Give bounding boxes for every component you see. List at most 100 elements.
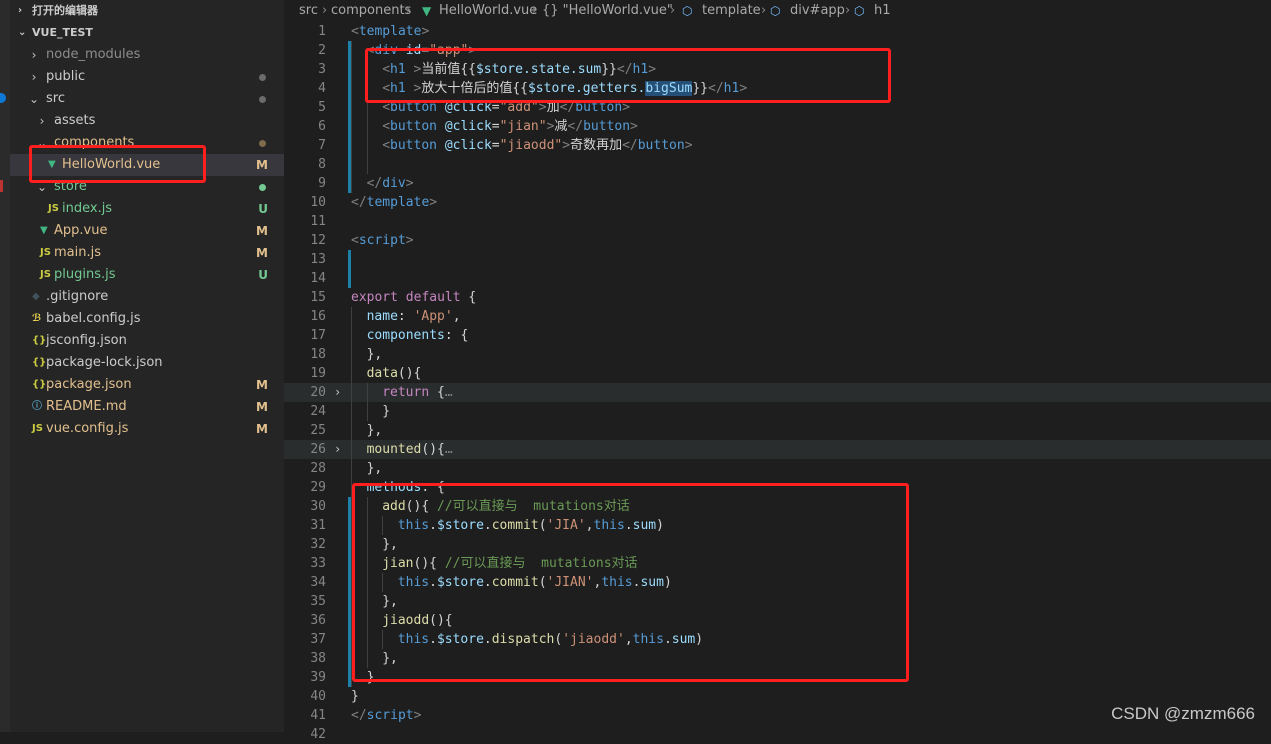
file-tree-item[interactable]: ◆ .gitignore — [10, 286, 284, 308]
breadcrumb-separator-icon: › — [761, 3, 767, 18]
code-text: <button @click="jiaodd">奇数再加</button> — [382, 138, 693, 153]
indent-guide — [351, 307, 352, 326]
code-line[interactable]: 12 <script> — [284, 231, 1271, 250]
file-tree-item[interactable]: {} jsconfig.json — [10, 330, 284, 352]
file-tree-item[interactable]: JS vue.config.js M — [10, 418, 284, 440]
code-line[interactable]: 20 › return {… — [284, 383, 1271, 402]
line-number: 26 — [310, 442, 326, 457]
code-line[interactable]: 16 name: 'App', — [284, 307, 1271, 326]
code-text: return {… — [382, 385, 453, 400]
code-line[interactable]: 1 <template> — [284, 22, 1271, 41]
line-number: 7 — [318, 138, 326, 153]
code-line[interactable]: 28}, — [284, 459, 1271, 478]
info-icon: ⓘ — [32, 401, 42, 412]
file-tree-item[interactable]: JS plugins.js U — [10, 264, 284, 286]
file-tree-item[interactable]: ⌄ src — [10, 88, 284, 110]
file-tree-label: plugins.js — [54, 267, 116, 282]
code-line[interactable]: 25}, — [284, 421, 1271, 440]
breadcrumb-file[interactable]: HelloWorld.vue — [439, 0, 537, 22]
line-number: 1 — [318, 24, 326, 39]
file-tree-item[interactable]: JS main.js M — [10, 242, 284, 264]
code-line[interactable]: 11 — [284, 212, 1271, 231]
code-text: <script> — [351, 233, 414, 248]
breadcrumb-h1[interactable]: h1 — [874, 0, 891, 22]
file-tree-item[interactable]: JS index.js U — [10, 198, 284, 220]
line-number: 4 — [318, 81, 326, 96]
explorer-sidebar: › 打开的编辑器 ⌄ VUE_TEST › node_modules › public… — [0, 0, 284, 732]
file-tree-item[interactable]: ▼ App.vue M — [10, 220, 284, 242]
code-line[interactable]: 14 — [284, 269, 1271, 288]
code-line[interactable]: 15 export default { — [284, 288, 1271, 307]
fold-chevron-icon[interactable]: › — [334, 440, 341, 459]
line-number: 20 — [310, 385, 326, 400]
file-tree-item[interactable]: ⓘ README.md M — [10, 396, 284, 418]
status-dot — [259, 184, 266, 191]
file-tree-label: App.vue — [54, 223, 108, 238]
annotation-box-file — [29, 145, 206, 183]
file-tree-label: vue.config.js — [46, 421, 129, 436]
file-tree-item[interactable]: {} package.json M — [10, 374, 284, 396]
activity-indicator — [0, 180, 3, 192]
file-tree-label: public — [46, 69, 86, 84]
breadcrumb-separator-icon: › — [670, 3, 676, 18]
breadcrumb-template[interactable]: template — [702, 0, 761, 22]
code-line[interactable]: 10 </template> — [284, 193, 1271, 212]
file-tree-label: main.js — [54, 245, 101, 260]
breadcrumb-components[interactable]: components — [331, 0, 411, 22]
file-tree-item[interactable]: {} package-lock.json — [10, 352, 284, 374]
git-status-badge: M — [256, 422, 268, 436]
line-number: 6 — [318, 119, 326, 134]
file-tree-label: src — [46, 91, 65, 106]
vue-icon: ▼ — [422, 4, 432, 18]
code-line[interactable]: 42 — [284, 725, 1271, 744]
code-line[interactable]: 18}, — [284, 345, 1271, 364]
source-control-indicator — [0, 93, 6, 103]
file-tree-label: node_modules — [46, 47, 141, 62]
indent-guide — [366, 117, 368, 136]
breadcrumb-separator-icon: › — [322, 3, 328, 18]
line-number: 37 — [310, 632, 326, 647]
activity-bar-edge — [0, 0, 10, 732]
code-line[interactable]: 19 data(){ — [284, 364, 1271, 383]
file-tree-label: README.md — [46, 399, 127, 414]
code-text: </template> — [351, 195, 438, 210]
breadcrumb-module[interactable]: {} "HelloWorld.vue" — [542, 0, 673, 22]
js-icon: JS — [48, 203, 59, 214]
code-text: name: 'App', — [366, 309, 461, 324]
code-line[interactable]: 13 — [284, 250, 1271, 269]
annotation-box-methods — [352, 483, 909, 682]
vue-icon: ▼ — [40, 225, 48, 236]
git-status-badge: M — [256, 246, 268, 260]
file-tree-item[interactable]: › assets — [10, 110, 284, 132]
code-line[interactable]: 6 <button @click="jian">减</button> — [284, 117, 1271, 136]
code-line[interactable]: 8 — [284, 155, 1271, 174]
code-text: export default { — [351, 290, 477, 305]
file-tree-label: index.js — [62, 201, 113, 216]
code-text: <button @click="jian">减</button> — [382, 119, 638, 134]
fold-chevron-icon[interactable]: › — [334, 383, 341, 402]
code-line[interactable]: 26 › mounted(){… — [284, 440, 1271, 459]
indent-guide — [351, 98, 352, 117]
breadcrumb-src[interactable]: src — [299, 0, 318, 22]
git-status-badge: M — [256, 378, 268, 392]
js-icon: JS — [40, 269, 51, 280]
line-number: 34 — [310, 575, 326, 590]
git-status-badge: M — [256, 400, 268, 414]
code-text: components: { — [366, 328, 469, 343]
line-number: 29 — [310, 480, 326, 495]
file-tree-item[interactable]: › node_modules — [10, 44, 284, 66]
breadcrumb-div-app[interactable]: div#app — [790, 0, 845, 22]
code-line[interactable]: 24} — [284, 402, 1271, 421]
file-tree-item[interactable]: › public — [10, 66, 284, 88]
js-icon: JS — [32, 423, 43, 434]
status-dot — [259, 140, 266, 147]
code-line[interactable]: 9 </div> — [284, 174, 1271, 193]
indent-guide — [351, 345, 352, 364]
element-icon: ⬡ — [682, 4, 693, 18]
file-tree-item[interactable]: ℬbabel.config.js — [10, 308, 284, 330]
code-line[interactable]: 17 components: { — [284, 326, 1271, 345]
json-icon: {} — [32, 357, 47, 368]
line-number: 9 — [318, 176, 326, 191]
code-line[interactable]: 7 <button @click="jiaodd">奇数再加</button> — [284, 136, 1271, 155]
indent-guide — [351, 326, 352, 345]
